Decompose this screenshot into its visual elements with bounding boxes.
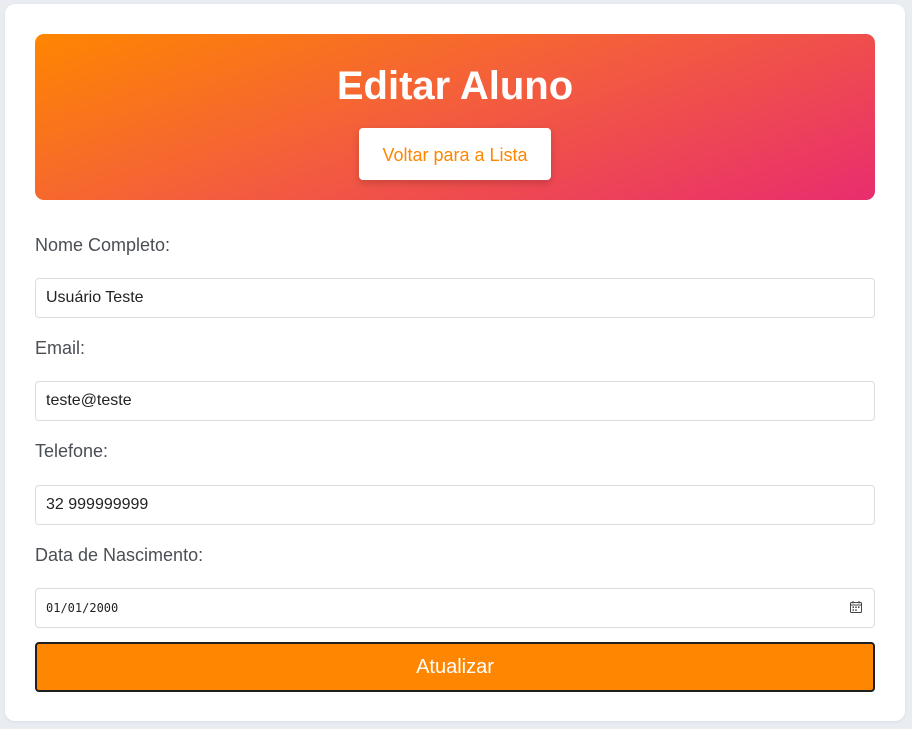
calendar-icon[interactable] xyxy=(850,601,862,613)
phone-field-wrapper xyxy=(35,485,875,525)
email-field-wrapper xyxy=(35,381,875,421)
page-header: Editar Aluno Voltar para a Lista xyxy=(35,34,875,200)
page-title: Editar Aluno xyxy=(336,64,574,108)
full-name-field-wrapper xyxy=(35,278,875,318)
birth-date-field-wrapper xyxy=(35,588,875,628)
email-label: Email: xyxy=(35,338,86,358)
birth-date-label: Data de Nascimento: xyxy=(35,545,204,565)
phone-label: Telefone: xyxy=(35,441,109,461)
back-to-list-button[interactable]: Voltar para a Lista xyxy=(359,128,551,180)
edit-student-card: Editar Aluno Voltar para a Lista Nome Co… xyxy=(5,4,905,721)
phone-input[interactable] xyxy=(36,486,846,524)
birth-date-input[interactable] xyxy=(36,589,846,627)
email-input[interactable] xyxy=(36,382,846,420)
full-name-input[interactable] xyxy=(36,279,846,317)
update-button[interactable]: Atualizar xyxy=(35,642,875,692)
full-name-label: Nome Completo: xyxy=(35,235,171,255)
